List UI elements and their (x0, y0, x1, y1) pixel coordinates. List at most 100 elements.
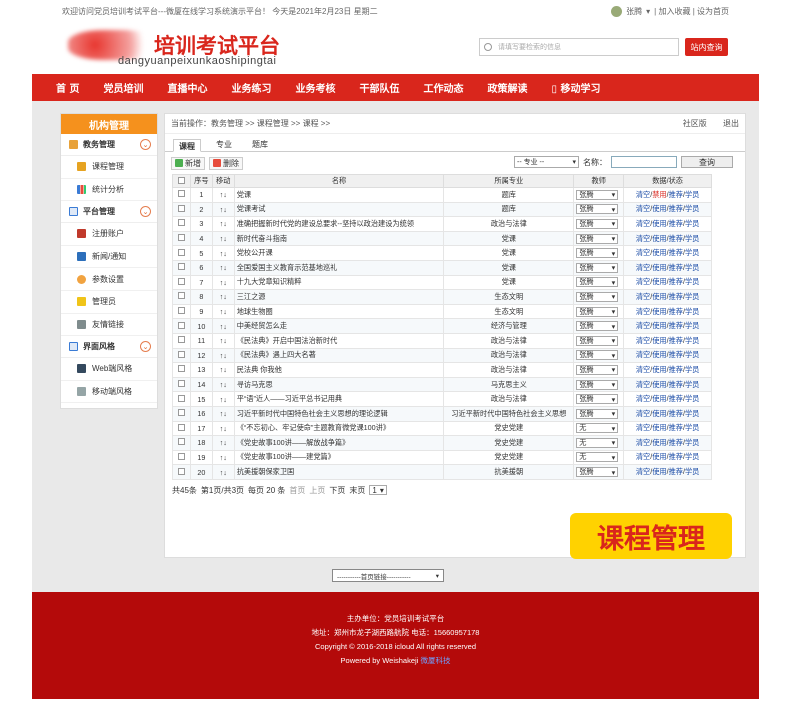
clear-link[interactable]: 清空 (636, 234, 650, 243)
move-arrows-icon[interactable]: ↑↓ (211, 216, 235, 232)
row-select-cell[interactable] (172, 303, 191, 320)
students-link[interactable]: 学员 (685, 350, 699, 359)
move-arrows-icon[interactable]: ↑↓ (211, 420, 235, 437)
add-button[interactable]: 新增 (171, 156, 205, 170)
recommend-link[interactable]: 推荐 (669, 307, 683, 316)
clear-link[interactable]: 清空 (636, 321, 650, 330)
move-arrows-icon[interactable]: ↑↓ (211, 201, 235, 218)
clear-link[interactable]: 清空 (636, 452, 650, 461)
delete-button[interactable]: 删除 (209, 156, 243, 170)
teacher-select[interactable]: 无 ▾ (576, 452, 619, 463)
recommend-link[interactable]: 推荐 (669, 452, 683, 461)
tab-courses[interactable]: 课程 (173, 139, 201, 152)
clear-link[interactable]: 清空 (636, 409, 650, 418)
row-checkbox[interactable] (177, 467, 185, 475)
status-link[interactable]: 使用 (652, 423, 666, 432)
teacher-select[interactable]: 张腾 ▾ (576, 248, 619, 259)
friend-links-select[interactable]: -----------首页链接----------- ▾ (332, 569, 444, 582)
move-arrows-icon[interactable]: ↑↓ (211, 376, 235, 393)
teacher-select[interactable]: 张腾 ▾ (576, 364, 619, 375)
teacher-select[interactable]: 张腾 ▾ (576, 306, 619, 317)
avatar[interactable] (611, 5, 623, 17)
sidebar-group-academic[interactable]: 教务管理 ⌄ (61, 134, 157, 156)
students-link[interactable]: 学员 (685, 190, 699, 199)
status-link[interactable]: 使用 (652, 277, 666, 286)
row-select-cell[interactable] (172, 391, 191, 407)
row-select-cell[interactable] (172, 405, 191, 422)
nav-item-policy[interactable]: 政策解读 (487, 80, 527, 95)
community-link[interactable]: 社区版 (683, 119, 707, 128)
row-select-cell[interactable] (172, 420, 191, 437)
move-arrows-icon[interactable]: ↑↓ (211, 405, 235, 422)
teacher-select[interactable]: 张腾 ▾ (576, 335, 619, 346)
students-link[interactable]: 学员 (685, 219, 699, 228)
move-arrows-icon[interactable]: ↑↓ (211, 464, 235, 480)
footer-powered-link[interactable]: 微厦科技 (420, 656, 450, 665)
clear-link[interactable]: 清空 (636, 365, 650, 374)
select-all-header[interactable] (172, 174, 191, 188)
row-name[interactable]: 中美经贸怎么走 (233, 318, 445, 334)
teacher-select[interactable]: 张腾 ▾ (576, 379, 619, 390)
teacher-select[interactable]: 张腾 ▾ (576, 467, 619, 478)
recommend-link[interactable]: 推荐 (669, 292, 683, 301)
recommend-link[interactable]: 推荐 (669, 365, 683, 374)
clear-link[interactable]: 清空 (636, 277, 650, 286)
move-arrows-icon[interactable]: ↑↓ (211, 245, 235, 261)
query-button[interactable]: 查询 (681, 156, 733, 168)
sidebar-item-mobile-style[interactable]: 移动端风格 (61, 381, 157, 404)
recommend-link[interactable]: 推荐 (669, 219, 683, 228)
status-link[interactable]: 使用 (652, 467, 666, 476)
sidebar-item-admins[interactable]: 管理员 (61, 291, 157, 314)
nav-item-practice[interactable]: 业务练习 (231, 80, 271, 95)
row-checkbox[interactable] (177, 409, 185, 417)
status-link[interactable]: 使用 (652, 307, 666, 316)
students-link[interactable]: 学员 (685, 292, 699, 301)
row-name[interactable]: 《“不忘初心、牢记使命”主题教育微党课100讲》 (233, 420, 445, 437)
status-link[interactable]: 使用 (652, 394, 666, 403)
move-arrows-icon[interactable]: ↑↓ (211, 259, 235, 276)
recommend-link[interactable]: 推荐 (669, 394, 683, 403)
move-arrows-icon[interactable]: ↑↓ (211, 230, 235, 247)
row-name[interactable]: 《民法典》开启中国法治新时代 (233, 332, 445, 349)
teacher-select[interactable]: 张腾 ▾ (576, 350, 619, 361)
nav-item-mobile[interactable]: ▯ 移动学习 (551, 80, 600, 95)
status-link[interactable]: 使用 (652, 438, 666, 447)
sidebar-item-params[interactable]: 参数设置 (61, 268, 157, 291)
row-checkbox[interactable] (177, 234, 185, 242)
clear-link[interactable]: 清空 (636, 350, 650, 359)
tab-question-bank[interactable]: 题库 (247, 138, 273, 151)
recommend-link[interactable]: 推荐 (669, 204, 683, 213)
row-checkbox[interactable] (177, 380, 185, 388)
clear-link[interactable]: 清空 (636, 467, 650, 476)
nav-item-training[interactable]: 党员培训 (103, 80, 143, 95)
row-select-cell[interactable] (172, 435, 191, 451)
teacher-select[interactable]: 张腾 ▾ (576, 233, 619, 244)
teacher-select[interactable]: 张腾 ▾ (576, 277, 619, 288)
recommend-link[interactable]: 推荐 (669, 321, 683, 330)
students-link[interactable]: 学员 (685, 467, 699, 476)
status-link[interactable]: 使用 (652, 365, 666, 374)
row-name[interactable]: 《党史故事100讲——解放战争篇》 (233, 435, 445, 451)
row-checkbox[interactable] (177, 292, 185, 300)
clear-link[interactable]: 清空 (636, 190, 650, 199)
students-link[interactable]: 学员 (685, 380, 699, 389)
clear-link[interactable]: 清空 (636, 423, 650, 432)
students-link[interactable]: 学员 (685, 263, 699, 272)
status-link[interactable]: 使用 (652, 380, 666, 389)
row-select-cell[interactable] (172, 362, 191, 378)
status-link[interactable]: 使用 (652, 350, 666, 359)
move-arrows-icon[interactable]: ↑↓ (211, 362, 235, 378)
clear-link[interactable]: 清空 (636, 292, 650, 301)
row-name[interactable]: 党校公开课 (233, 245, 445, 261)
teacher-select[interactable]: 张腾 ▾ (576, 218, 619, 229)
nav-item-home[interactable]: 首 页 (56, 80, 79, 95)
recommend-link[interactable]: 推荐 (669, 263, 683, 272)
row-checkbox[interactable] (177, 321, 185, 329)
clear-link[interactable]: 清空 (636, 336, 650, 345)
pager-last[interactable]: 末页 (349, 485, 365, 496)
students-link[interactable]: 学员 (685, 277, 699, 286)
students-link[interactable]: 学员 (685, 204, 699, 213)
clear-link[interactable]: 清空 (636, 394, 650, 403)
clear-link[interactable]: 清空 (636, 248, 650, 257)
row-select-cell[interactable] (172, 376, 191, 393)
